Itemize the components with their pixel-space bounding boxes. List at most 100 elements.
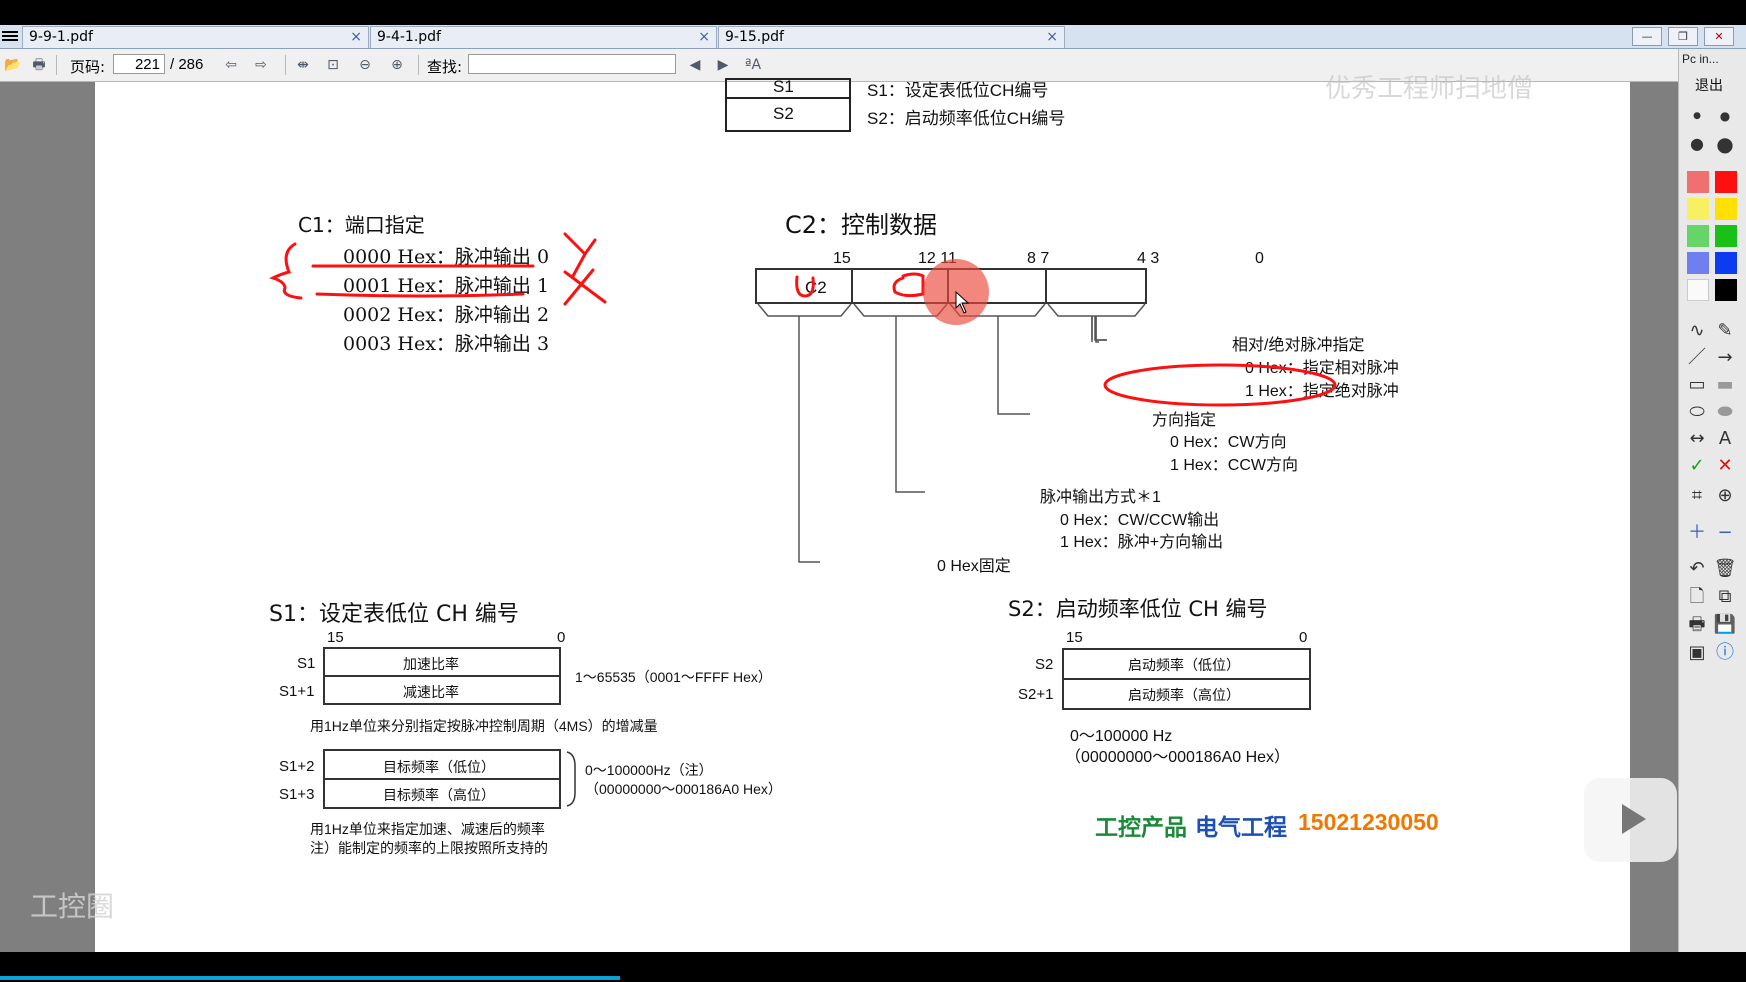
close-window-button[interactable]: ✕ [1704,27,1734,46]
footer-brand: 工控产品 [1095,815,1187,841]
color-blue-swatch[interactable] [1715,252,1737,274]
zoom-out-icon[interactable]: ⊖ [356,57,374,73]
s1-range2b: （00000000～000186A0 Hex） [585,781,782,797]
color-white-swatch[interactable] [1687,279,1709,301]
line-icon[interactable]: ／ [1685,346,1709,370]
s2-bit-lo: 0 [1299,629,1308,646]
cross-icon[interactable]: ✕ [1713,454,1737,478]
freehand-icon[interactable]: ∿ [1685,319,1709,343]
rectangle-icon[interactable]: ▭ [1685,373,1709,397]
info-icon[interactable]: ⓘ [1713,641,1737,665]
tab-9-9-1[interactable]: 9-9-1.pdf × [22,26,369,48]
c2-field3-opt1: 1 Hex：脉冲+方向输出 [1060,534,1224,551]
tab-label: 9-15.pdf [725,29,784,45]
pen-xlarge-dot-icon[interactable]: ● [1713,132,1737,156]
c2-bit-15: 15 [833,250,851,267]
page-number-input[interactable] [113,54,165,74]
eraser-icon[interactable]: ✎ [1713,319,1737,343]
double-arrow-icon[interactable]: ↔ [1685,427,1709,451]
find-label: 查找: [427,58,463,76]
watermark-text: 优秀工程师扫地僧 [1325,74,1534,104]
video-play-button[interactable] [1584,778,1677,862]
match-case-icon[interactable]: ªA [744,57,762,73]
color-light-red-swatch[interactable] [1687,171,1709,193]
print-icon[interactable]: 🖶 [30,57,48,73]
palette-header: Pc in... [1682,52,1719,66]
menu-icon[interactable] [2,29,18,43]
pen-medium-dot-icon[interactable]: ● [1713,104,1737,128]
tab-9-4-1[interactable]: 9-4-1.pdf × [370,26,717,48]
tab-bar: 9-9-1.pdf × 9-4-1.pdf × 9-15.pdf × — ❐ ✕ [0,25,1746,49]
palette-exit[interactable]: 退出 [1695,75,1723,95]
find-prev-icon[interactable]: ◀ [686,57,704,73]
tab-9-15[interactable]: 9-15.pdf × [718,26,1065,48]
open-file-icon[interactable]: 📂 [4,57,22,73]
footer-brand2: 电气工程 [1195,815,1287,841]
minimize-button[interactable]: — [1632,27,1662,46]
c2-field1-title: 相对/绝对脉冲指定 [1232,337,1365,354]
save-icon[interactable]: 💾 [1713,613,1737,637]
close-icon[interactable]: × [698,27,710,48]
mouse-cursor-icon [955,290,970,314]
color-black-swatch[interactable] [1715,279,1737,301]
s1-title: S1：设定表低位 CH 编号 [269,602,519,627]
print-icon[interactable]: 🖶 [1685,613,1709,637]
pen-large-dot-icon[interactable]: ● [1685,132,1709,156]
c2-field3-title: 脉冲输出方式＊1 [1040,489,1161,506]
c2-title: C2：控制数据 [785,211,938,239]
s1-note2b: 注）能制定的频率的上限按照所支持的 [310,840,548,856]
restore-button[interactable]: ❐ [1668,27,1698,46]
find-next-icon[interactable]: ▶ [714,57,732,73]
color-yellow-swatch[interactable] [1715,198,1737,220]
zoom-region-icon[interactable]: ⊕ [1713,484,1737,508]
fit-page-icon[interactable]: ⊡ [324,57,342,73]
top-table-s1: S1 [773,77,794,96]
close-icon[interactable]: × [350,27,362,48]
c2-field2-title: 方向指定 [1152,412,1217,429]
prev-page-icon[interactable]: ⇦ [222,57,240,73]
color-light-yellow-swatch[interactable] [1687,198,1709,220]
document-viewer[interactable]: S1 S2 S1：设定表低位CH编号 S2：启动频率低位CH编号 优秀工程师扫地… [0,74,1678,952]
s2-cell: 启动频率（高位） [1128,687,1240,703]
c2-field1-opt0: 0 Hex：指定相对脉冲 [1245,360,1399,377]
footer-phone: 15021230050 [1298,809,1439,835]
next-page-icon[interactable]: ⇨ [252,57,270,73]
c1-item-0: 0000 Hex：脉冲输出 0 [343,246,550,268]
color-red-swatch[interactable] [1715,171,1737,193]
color-light-green-swatch[interactable] [1687,225,1709,247]
trash-icon[interactable]: 🗑 [1713,557,1737,581]
s1-range2a: 0～100000Hz（注） [585,762,713,778]
color-green-swatch[interactable] [1715,225,1737,247]
minus-icon[interactable]: − [1713,521,1737,545]
check-icon[interactable]: ✓ [1685,454,1709,478]
s2-range2: （00000000～000186A0 Hex） [1065,749,1291,766]
arrow-icon[interactable]: → [1713,346,1737,370]
screen-icon[interactable]: ▣ [1685,641,1709,665]
c2-field1-opt1: 1 Hex：指定绝对脉冲 [1245,383,1399,400]
s1-note1: 用1Hz单位来分别指定按脉冲控制周期（4MS）的增减量 [310,718,658,734]
zoom-in-icon[interactable]: ⊕ [388,57,406,73]
filled-rectangle-icon[interactable]: ▬ [1713,373,1737,397]
ellipse-icon[interactable]: ⬭ [1685,400,1709,424]
s2-row-label: S2 [1035,656,1054,673]
s2-bit-hi: 15 [1066,629,1083,646]
c2-field2-opt0: 0 Hex：CW方向 [1170,434,1287,451]
color-light-blue-swatch[interactable] [1687,252,1709,274]
tab-label: 9-9-1.pdf [29,29,93,45]
close-icon[interactable]: × [1046,27,1058,48]
new-page-icon[interactable]: 🗋 [1685,585,1709,609]
video-progress-bar[interactable] [0,976,620,980]
find-input[interactable] [468,54,676,74]
fit-width-icon[interactable]: ⇼ [294,57,312,73]
plus-icon[interactable]: ＋ [1685,521,1709,545]
c2-bit-8-7: 8 7 [1027,250,1050,267]
filled-ellipse-icon[interactable]: ⬬ [1713,400,1737,424]
pen-small-dot-icon[interactable]: ● [1685,104,1709,128]
s2-row-label: S2+1 [1018,686,1054,703]
text-tool-icon[interactable]: A [1713,427,1737,451]
crop-icon[interactable]: ⌗ [1685,484,1709,508]
copy-icon[interactable]: ⧉ [1713,585,1737,609]
c2-bit-0: 0 [1255,250,1264,267]
c2-bit-12-11: 12 11 [918,250,957,267]
undo-icon[interactable]: ↶ [1685,557,1709,581]
